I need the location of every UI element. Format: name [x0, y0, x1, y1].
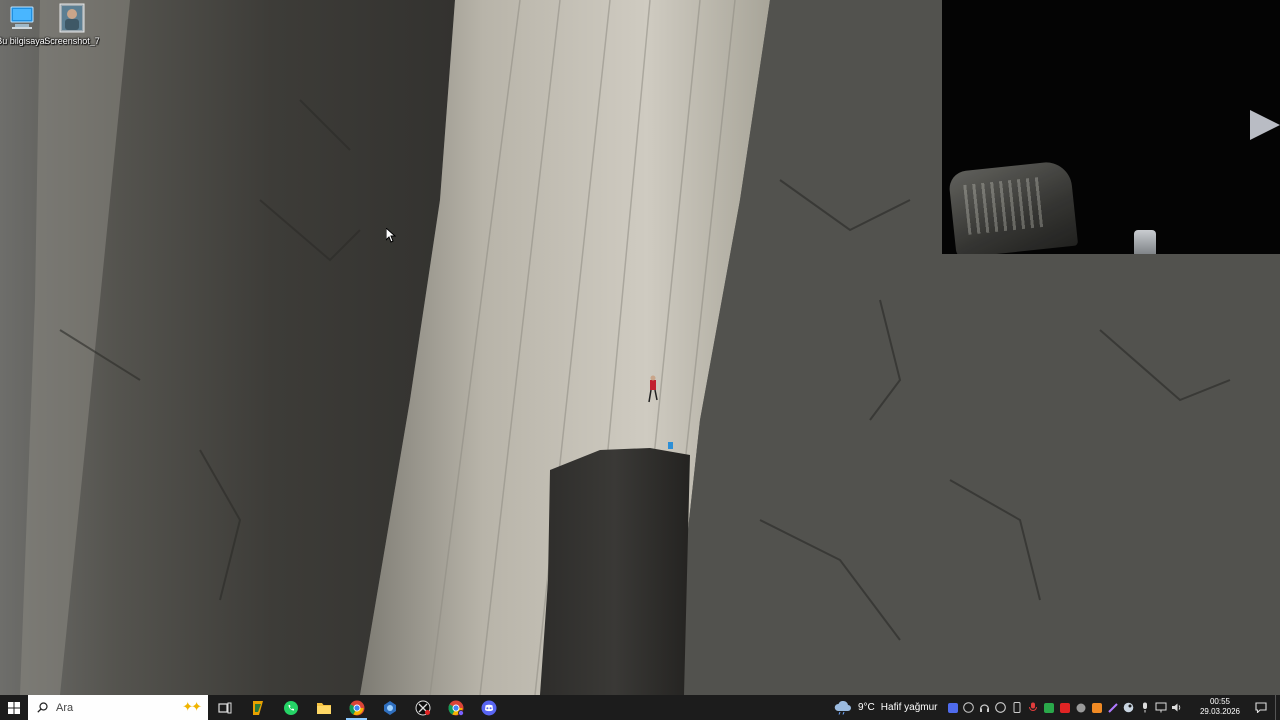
tray-app-icon-orange[interactable] [1090, 701, 1103, 714]
tray-app-icon-purple[interactable] [1106, 701, 1119, 714]
taskbar-app-notes[interactable] [241, 695, 274, 720]
notification-center-button[interactable] [1250, 695, 1272, 720]
weather-condition: Hafif yağmur [880, 702, 938, 713]
overlay-video-object [1134, 230, 1156, 254]
system-tray [946, 695, 1183, 720]
chrome-profile-icon [447, 700, 464, 716]
microphone-icon[interactable] [1138, 701, 1151, 714]
recorder-app-icon [415, 700, 430, 715]
weather-widget[interactable]: 9°C Hafif yağmur [834, 695, 937, 720]
show-desktop-button[interactable] [1275, 695, 1280, 720]
taskbar-clock[interactable]: 00:55 29.03.2026 [1198, 697, 1242, 717]
notification-icon [1255, 702, 1267, 713]
clock-date: 29.03.2026 [1199, 707, 1241, 716]
clock-time: 00:55 [1209, 697, 1231, 706]
settings-app-icon [383, 700, 396, 715]
taskbar-app-recorder[interactable] [406, 695, 439, 720]
taskbar: Ara ✦✦ 9°C Hafif yağmur 00:55 29.03.2026 [0, 695, 1280, 720]
device-icon[interactable] [1010, 701, 1023, 714]
tray-recorder-icon[interactable] [962, 701, 975, 714]
cloud-rain-icon [834, 700, 851, 715]
file-explorer-icon [316, 702, 331, 714]
desktop-icon-label: Screenshot_7 [44, 36, 100, 46]
sparkle-icon: ✦✦ [182, 699, 202, 714]
play-icon[interactable] [1250, 110, 1280, 140]
task-view-icon [217, 702, 231, 713]
mouse-cursor-icon [385, 226, 397, 243]
taskbar-search-box[interactable]: Ara ✦✦ [28, 695, 208, 720]
taskbar-app-whatsapp[interactable] [274, 695, 307, 720]
whatsapp-tray-icon[interactable] [994, 701, 1007, 714]
image-file-icon [56, 2, 88, 34]
taskbar-app-chrome[interactable] [340, 695, 373, 720]
discord-icon [481, 700, 496, 715]
this-pc-icon [6, 2, 38, 34]
onenote-like-app-icon [252, 700, 263, 715]
tray-app-icon-gray[interactable] [1074, 701, 1087, 714]
weather-temperature: 9°C [858, 702, 875, 713]
tray-app-icon-blue[interactable] [946, 701, 959, 714]
desktop-icon-screenshot[interactable]: Screenshot_7 [44, 2, 100, 47]
steam-icon[interactable] [1122, 701, 1135, 714]
headset-icon[interactable] [978, 701, 991, 714]
whatsapp-icon [283, 700, 298, 715]
windows-logo-icon [8, 701, 20, 714]
mic-icon[interactable] [1026, 701, 1039, 714]
video-overlay-window[interactable] [942, 0, 1280, 254]
chrome-icon [348, 700, 364, 715]
start-button[interactable] [0, 695, 28, 720]
tray-app-icon-red[interactable] [1058, 701, 1071, 714]
search-icon [37, 702, 48, 713]
taskbar-app-file-explorer[interactable] [307, 695, 340, 720]
network-icon[interactable] [1154, 701, 1167, 714]
taskbar-app-settings[interactable] [373, 695, 406, 720]
search-placeholder: Ara [56, 701, 74, 714]
tray-app-icon-green[interactable] [1042, 701, 1055, 714]
desktop-icon-label: Bu bilgisayar [0, 36, 48, 46]
overlay-video-content [947, 159, 1079, 254]
taskbar-app-discord[interactable] [472, 695, 505, 720]
task-view-button[interactable] [208, 695, 241, 720]
volume-icon[interactable] [1170, 701, 1183, 714]
taskbar-app-chrome-profile[interactable] [439, 695, 472, 720]
desktop-icon-this-pc[interactable]: Bu bilgisayar [0, 2, 50, 47]
